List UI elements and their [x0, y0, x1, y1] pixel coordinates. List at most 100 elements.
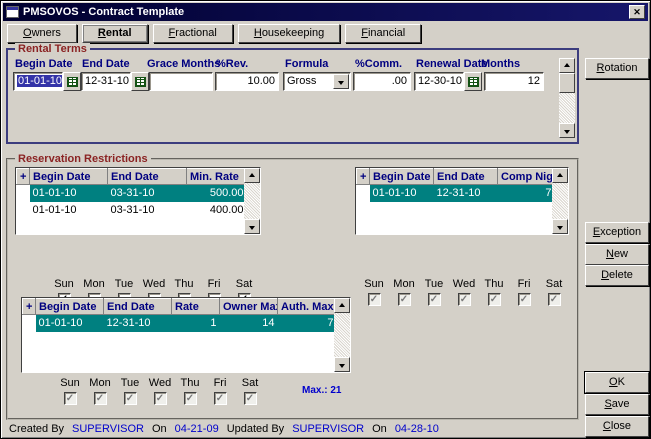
renewal-date-calendar-button[interactable] [464, 72, 482, 91]
day-label: Wed [149, 377, 171, 389]
day-label: Wed [453, 278, 475, 290]
new-button[interactable]: New [585, 244, 649, 265]
day-label: Sun [364, 278, 384, 290]
day-label: Mon [83, 278, 104, 290]
tab-fractional-label: Fractional [169, 25, 217, 42]
scrollbar-track[interactable] [244, 183, 260, 219]
day-checkbox-tue: ✓ [428, 293, 441, 306]
day-label: Sun [54, 278, 74, 290]
table-row[interactable]: 01-01-10 12-31-10 7 [357, 185, 555, 202]
exception-button[interactable]: Exception [585, 222, 649, 243]
day-label: Fri [208, 278, 221, 290]
min-rate-table: + Begin Date End Date Min. Rate 01-01-10… [15, 167, 261, 235]
column-header-end[interactable]: End Date [108, 169, 187, 185]
scroll-down-button[interactable] [244, 219, 260, 234]
scroll-up-button[interactable] [559, 58, 575, 73]
renewal-date-field[interactable]: 12-30-10 [414, 72, 464, 91]
column-header-plus[interactable]: + [17, 169, 30, 185]
day-label: Tue [425, 278, 444, 290]
tab-housekeeping-label: Housekeeping [254, 25, 324, 42]
dropdown-button[interactable] [333, 74, 349, 89]
day-label: Mon [393, 278, 414, 290]
tab-owners[interactable]: Owners [7, 24, 77, 43]
column-header-nights[interactable]: Comp Nights [498, 169, 555, 185]
tab-housekeeping[interactable]: Housekeeping [238, 24, 340, 43]
table-row[interactable]: 01-01-10 12-31-10 1 14 7 [23, 315, 337, 332]
scroll-down-button[interactable] [552, 219, 568, 234]
scroll-down-button[interactable] [334, 357, 350, 372]
comm-field[interactable]: .00 [353, 72, 411, 91]
scrollbar-track[interactable] [559, 93, 575, 123]
rotation-button-label: Rotation [597, 59, 638, 77]
grace-months-field[interactable] [149, 72, 213, 91]
table-row[interactable]: 01-01-10 03-31-10 400.00 [17, 202, 247, 219]
column-header-plus[interactable]: + [23, 299, 36, 315]
day-checkbox-thu: ✓ [184, 392, 197, 405]
column-header-plus[interactable]: + [357, 169, 370, 185]
comp-nights-table: + Begin Date End Date Comp Nights 01-01-… [355, 167, 569, 235]
created-by-label: Created By [9, 423, 64, 435]
column-header-rate[interactable]: Rate [172, 299, 220, 315]
begin-date-calendar-button[interactable] [63, 72, 81, 91]
column-header-auth-max[interactable]: Auth. Max [278, 299, 337, 315]
begin-date-header: Begin Date [15, 58, 72, 70]
end-date-header: End Date [82, 58, 130, 70]
column-header-end[interactable]: End Date [434, 169, 498, 185]
months-field[interactable]: 12 [484, 72, 544, 91]
arrow-down-icon [564, 130, 570, 134]
check-icon: ✓ [490, 295, 498, 305]
column-header-begin[interactable]: Begin Date [30, 169, 108, 185]
table-row[interactable]: 01-01-10 03-31-10 500.00 [17, 185, 247, 202]
column-header-begin[interactable]: Begin Date [370, 169, 434, 185]
scroll-down-button[interactable] [559, 123, 575, 138]
check-icon: ✓ [246, 394, 254, 404]
formula-select[interactable]: Gross [283, 72, 351, 91]
tab-financial[interactable]: Financial [345, 24, 421, 43]
tab-fractional[interactable]: Fractional [153, 24, 233, 43]
close-button[interactable]: ✕ [629, 5, 645, 19]
rental-terms-scrollbar[interactable] [559, 58, 575, 138]
rev-header: %Rev. [216, 58, 248, 70]
rotation-button[interactable]: Rotation [585, 58, 649, 79]
column-header-rate[interactable]: Min. Rate [187, 169, 247, 185]
scrollbar-track[interactable] [334, 313, 350, 357]
check-icon: ✓ [126, 394, 134, 404]
column-header-end[interactable]: End Date [104, 299, 172, 315]
titlebar[interactable]: PMSOVOS - Contract Template ✕ [3, 3, 648, 21]
tab-rental[interactable]: Rental [82, 24, 148, 43]
check-icon: ✓ [550, 295, 558, 305]
on-label: On [372, 423, 387, 435]
comp-nights-scrollbar[interactable] [552, 168, 568, 234]
end-date-calendar-button[interactable] [131, 72, 149, 91]
renewal-date-header: Renewal Date [416, 58, 488, 70]
close-icon: ✕ [633, 7, 641, 17]
scroll-up-button[interactable] [552, 168, 568, 183]
day-label: Thu [181, 377, 200, 389]
column-header-begin[interactable]: Begin Date [36, 299, 104, 315]
column-header-owner-max[interactable]: Owner Max [220, 299, 278, 315]
tab-owners-label: Owners [23, 25, 61, 42]
scroll-up-button[interactable] [334, 298, 350, 313]
comm-header: %Comm. [355, 58, 402, 70]
owner-max-scrollbar[interactable] [334, 298, 350, 372]
begin-date-field[interactable]: 01-01-10 [13, 72, 63, 91]
day-checkbox-fri: ✓ [214, 392, 227, 405]
delete-button[interactable]: Delete [585, 265, 649, 286]
scroll-up-button[interactable] [244, 168, 260, 183]
close-window-button[interactable]: Close [585, 416, 649, 437]
day-label: Thu [485, 278, 504, 290]
min-rate-scrollbar[interactable] [244, 168, 260, 234]
reservation-restrictions-title: Reservation Restrictions [15, 153, 151, 165]
scrollbar-track[interactable] [552, 183, 568, 219]
window-title: PMSOVOS - Contract Template [23, 6, 629, 18]
check-icon: ✓ [156, 394, 164, 404]
day-checkbox-mon: ✓ [398, 293, 411, 306]
max-total-label: Max.: 21 [302, 385, 341, 396]
ok-button[interactable]: OK [585, 372, 649, 393]
save-button[interactable]: Save [585, 394, 649, 415]
day-label: Sat [236, 278, 253, 290]
scrollbar-thumb[interactable] [559, 73, 575, 93]
rev-field[interactable]: 10.00 [215, 72, 279, 91]
end-date-field[interactable]: 12-31-10 [81, 72, 131, 91]
day-checkbox-tue: ✓ [124, 392, 137, 405]
